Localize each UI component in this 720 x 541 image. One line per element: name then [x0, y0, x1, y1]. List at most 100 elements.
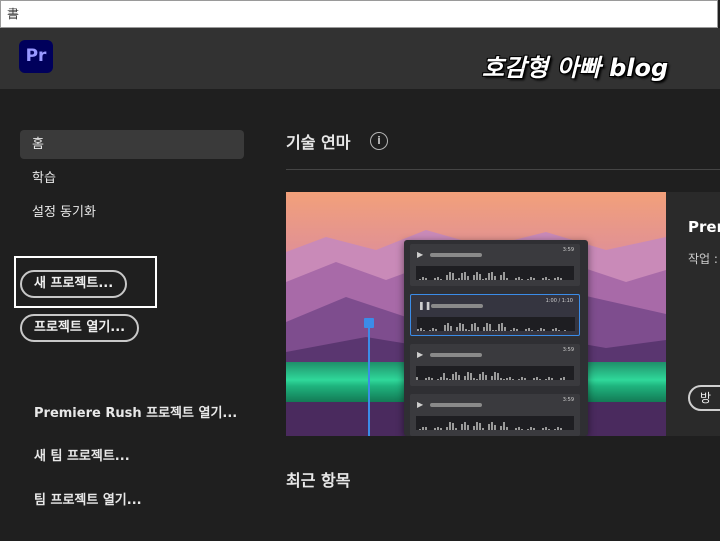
blog-watermark: 호감형 아빠 blog: [482, 54, 669, 82]
waveform-bar: [474, 323, 476, 331]
track-time: 3:59: [562, 347, 574, 353]
waveform-bar: [525, 328, 527, 331]
waveform-bar: [500, 378, 502, 380]
waveform-bar: [452, 273, 454, 280]
waveform-bar: [429, 329, 431, 331]
waveform-bar: [518, 277, 520, 280]
track-title-bar: [431, 304, 483, 308]
waveform-bar: [518, 378, 520, 380]
audio-track: ▶ 3:59: [410, 244, 580, 286]
sidebar-item-learn[interactable]: 학습: [20, 164, 244, 193]
open-team-project-link[interactable]: 팀 프로젝트 열기...: [34, 489, 142, 508]
waveform-bar: [533, 427, 535, 430]
waveform-bar: [560, 377, 562, 380]
sidebar-item-home[interactable]: 홈: [20, 130, 244, 159]
waveform-bar: [533, 377, 535, 380]
waveform-bar: [455, 278, 457, 280]
waveform-bar: [488, 273, 490, 280]
waveform-bar: [492, 329, 494, 331]
waveform-bar: [479, 373, 481, 380]
waveform-bar: [455, 427, 457, 430]
play-icon: ▶: [417, 250, 424, 259]
waveform-bar: [500, 426, 502, 430]
sidebar-item-sync-settings[interactable]: 설정 동기화: [20, 198, 244, 227]
waveform-bar: [450, 326, 452, 331]
waveform-bar: [437, 379, 439, 380]
waveform-bar: [425, 277, 427, 280]
tutorial-card-subtitle: 작업 :: [688, 252, 718, 266]
waveform-bar: [440, 377, 442, 380]
waveform-bar: [417, 328, 419, 331]
tutorial-card-image[interactable]: ▶ 3:59 ❚❚ 1:00 / 1:10 ▶ 3:59 ▶ 3:59: [286, 192, 666, 436]
waveform-bar: [482, 372, 484, 380]
waveform-bar: [500, 275, 502, 280]
waveform-bar: [470, 373, 472, 380]
waveform-bar: [494, 275, 496, 280]
pause-icon: ❚❚: [418, 301, 432, 310]
audio-track: ▶ 3:59: [410, 344, 580, 386]
waveform-bar: [446, 377, 448, 380]
main-content: 기술 연마 i ▶ 3:59 ❚❚ 1:00 / 1:10 ▶ 3:59 ▶ 3…: [260, 89, 720, 541]
waveform-bar: [513, 328, 515, 331]
track-time: 1:00 / 1:10: [545, 298, 573, 304]
waveform-bar: [447, 323, 449, 331]
waveform-bar: [564, 329, 566, 331]
waveform-bar: [437, 427, 439, 430]
waveform-bar: [539, 378, 541, 380]
skills-section-title: 기술 연마: [286, 133, 351, 152]
waveform-bar: [473, 378, 475, 380]
waveform-bar: [446, 426, 448, 430]
waveform-bar: [423, 329, 425, 331]
waveform-bar: [461, 273, 463, 280]
waveform-bar: [495, 329, 497, 331]
waveform-bar: [515, 427, 517, 430]
open-rush-project-link[interactable]: Premiere Rush 프로젝트 열기...: [34, 402, 237, 421]
waveform-bar: [422, 277, 424, 280]
waveform-bar: [491, 375, 493, 380]
waveform-bar: [449, 422, 451, 430]
track-time: 3:59: [562, 397, 574, 403]
waveform-bar: [501, 323, 503, 331]
waveform-bar: [458, 375, 460, 380]
highlight-annotation-box: [14, 256, 157, 308]
waveform-bar: [524, 377, 526, 380]
waveform-bar: [473, 275, 475, 280]
waveform-bar: [503, 422, 505, 430]
open-project-button[interactable]: 프로젝트 열기...: [20, 314, 140, 342]
track-waveform: [416, 266, 574, 280]
waveform-bar: [545, 378, 547, 380]
waveform-bar: [509, 377, 511, 380]
track-waveform: [416, 416, 574, 430]
waveform-bar: [485, 278, 487, 280]
waveform-bar: [504, 326, 506, 331]
info-icon[interactable]: i: [370, 132, 388, 150]
tutorial-card-button[interactable]: 방: [688, 385, 720, 411]
new-team-project-link[interactable]: 새 팀 프로젝트...: [34, 445, 130, 464]
premiere-logo: Pr: [19, 40, 53, 73]
waveform-bar: [434, 277, 436, 280]
audio-track: ▶ 3:59: [410, 394, 580, 436]
waveform-bar: [563, 377, 565, 380]
waveform-bar: [527, 278, 529, 280]
waveform-bar: [452, 373, 454, 380]
waveform-bar: [479, 273, 481, 280]
waveform-bar: [467, 424, 469, 430]
waveform-bar: [491, 422, 493, 430]
waveform-bar: [540, 328, 542, 331]
waveform-bar: [530, 277, 532, 280]
waveform-bar: [464, 376, 466, 380]
waveform-bar: [476, 379, 478, 380]
waveform-bar: [557, 427, 559, 430]
waveform-bar: [464, 272, 466, 280]
waveform-bar: [497, 373, 499, 380]
waveform-bar: [467, 275, 469, 280]
waveform-bar: [431, 378, 433, 380]
waveform-bar: [464, 422, 466, 430]
waveform-bar: [506, 427, 508, 430]
track-title-bar: [430, 253, 482, 257]
waveform-bar: [485, 375, 487, 380]
waveform-bar: [435, 328, 437, 331]
waveform-bar: [446, 275, 448, 280]
waveform-bar: [518, 427, 520, 430]
app-header: Pr 호감형 아빠 blog: [0, 28, 720, 89]
